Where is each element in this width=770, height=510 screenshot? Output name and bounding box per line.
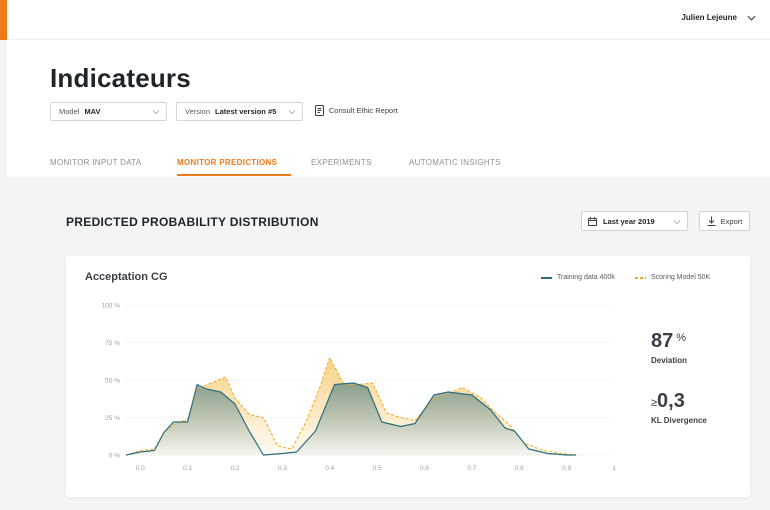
download-icon — [707, 216, 716, 226]
kl-divergence-stat: ≥0,3 KL Divergence — [651, 390, 707, 425]
ethic-report-link[interactable]: Consult Ethic Report — [315, 105, 398, 116]
y-tick-label: 0 % — [109, 453, 120, 460]
user-menu[interactable]: Julien Lejeune — [681, 13, 756, 22]
left-rail — [0, 40, 7, 510]
x-tick-label: 0.3 — [278, 465, 287, 472]
version-select-value: Latest version #5 — [215, 107, 277, 116]
document-icon — [315, 105, 324, 116]
tab-automatic-insights[interactable]: AUTOMATIC INSIGHTS — [409, 158, 501, 167]
model-select-label: Model — [59, 107, 80, 116]
deviation-unit: % — [676, 332, 687, 344]
x-tick-label: 0.0 — [136, 465, 145, 472]
version-select-label: Version — [185, 107, 211, 116]
tab-monitor-input-data[interactable]: MONITOR INPUT DATA — [50, 158, 141, 167]
series-area-training — [126, 383, 577, 455]
chevron-down-icon — [152, 110, 160, 115]
x-tick-label: 0.4 — [325, 465, 334, 472]
x-tick-label: 0.1 — [183, 465, 192, 472]
x-tick-label: 0.5 — [373, 465, 382, 472]
model-select-value: MAV — [84, 107, 101, 116]
tab-monitor-predictions[interactable]: MONITOR PREDICTIONS — [177, 158, 277, 167]
date-range-select[interactable]: Last year 2019 — [581, 211, 688, 231]
chart-card: Acceptation CG Training data 400k Scorin… — [66, 256, 750, 497]
deviation-stat: 87% Deviation — [651, 330, 687, 365]
chevron-down-icon — [747, 15, 756, 21]
top-bar: Julien Lejeune — [7, 0, 770, 40]
active-tab-indicator — [177, 174, 291, 176]
kl-value: 0,3 — [657, 390, 685, 412]
y-tick-label: 50 % — [105, 378, 120, 385]
page-title: Indicateurs — [50, 63, 191, 93]
x-tick-label: 1 — [612, 465, 616, 472]
kl-label: KL Divergence — [651, 416, 707, 425]
x-tick-label: 0.8 — [515, 465, 524, 472]
chevron-down-icon — [673, 220, 681, 225]
y-tick-label: 25 % — [105, 415, 120, 422]
version-select[interactable]: Version Latest version #5 — [176, 102, 303, 121]
chevron-down-icon — [288, 110, 296, 115]
x-tick-label: 0.9 — [562, 465, 571, 472]
tab-experiments[interactable]: EXPERIMENTS — [311, 158, 372, 167]
calendar-icon — [588, 216, 597, 226]
x-tick-label: 0.2 — [230, 465, 239, 472]
deviation-value: 87 — [651, 330, 674, 352]
y-tick-label: 75 % — [105, 340, 120, 347]
x-tick-label: 0.6 — [420, 465, 429, 472]
section-title: PREDICTED PROBABILITY DISTRIBUTION — [66, 215, 319, 229]
brand-accent-strip — [0, 0, 7, 40]
date-range-value: Last year 2019 — [603, 216, 655, 226]
user-name: Julien Lejeune — [681, 13, 737, 22]
export-button[interactable]: Export — [699, 211, 750, 231]
ethic-report-label: Consult Ethic Report — [329, 106, 398, 115]
deviation-label: Deviation — [651, 356, 688, 365]
x-tick-label: 0.7 — [467, 465, 476, 472]
probability-chart: 0 % 25 % 50 % 75 % 100 % 0.0 0.1 0.2 0.3 0.4 0.5 0.… — [102, 303, 617, 473]
model-select[interactable]: Model MAV — [50, 102, 167, 121]
export-label: Export — [720, 216, 743, 226]
y-tick-label: 100 % — [102, 303, 121, 310]
